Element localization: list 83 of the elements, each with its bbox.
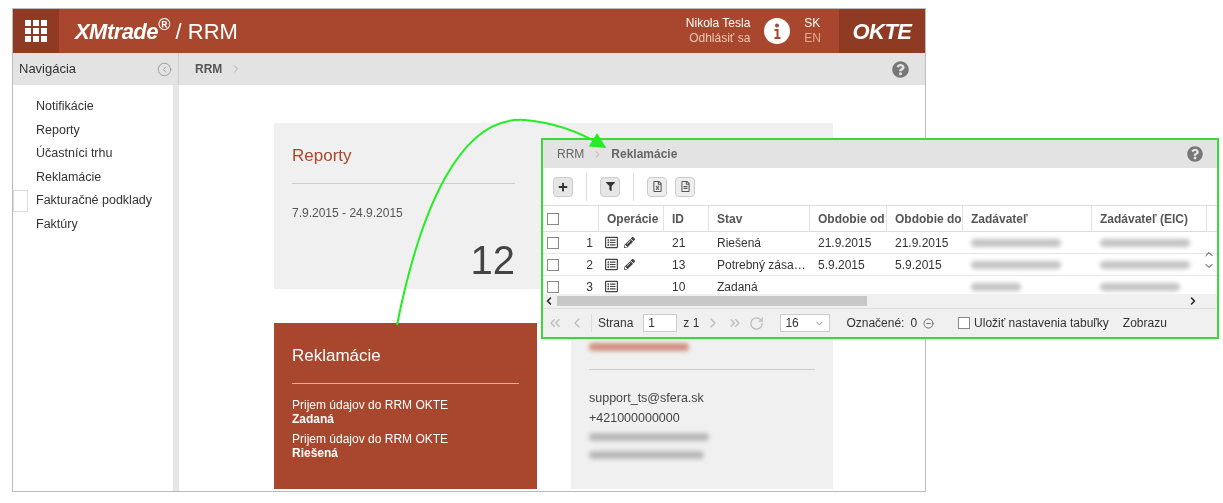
filter-button[interactable] [600,176,620,197]
marked-label: Označené: [846,315,905,332]
table-cell: 21.9.2015 [818,235,872,250]
page-label: Strana [598,315,634,332]
collapse-icon[interactable] [157,61,172,77]
column-header[interactable]: Zadávateľ (EIC) [1092,206,1207,231]
logout-link[interactable]: Odhlásiť sa [689,31,751,46]
column-header[interactable]: ID [664,206,709,231]
column-header[interactable]: Stav [709,206,810,231]
scrollbar-thumb[interactable] [557,296,867,306]
claim-description: Prijem údajov do RRM OKTE [292,397,450,412]
filter-icon [605,182,615,191]
checkbox[interactable] [546,258,559,271]
show-label: Zobrazu [1122,315,1167,332]
breadcrumb-link[interactable]: RRM [557,145,585,163]
table-cell: 21 [672,235,686,250]
card-title: Reporty [292,145,353,167]
checkbox[interactable] [546,280,559,293]
document-icon [679,181,691,192]
nav-item[interactable]: Fakturačné podklady [28,191,153,211]
claim-status: Riešená [292,445,339,460]
page-input[interactable]: 1 [643,314,678,332]
page-size-select[interactable]: 16 [780,314,831,332]
pencil-icon[interactable] [624,259,635,270]
row-number: 3 [585,278,594,294]
nav-item[interactable]: Účastníci trhu [28,144,113,164]
nav-item[interactable]: Faktúry [28,214,78,234]
column-header[interactable]: Obdobie od [810,206,887,231]
row-number: 1 [585,234,594,252]
claim-status: Zadaná [292,411,334,426]
nav-item[interactable]: Reporty [28,120,80,140]
breadcrumb-link[interactable]: Reklamácie [611,145,678,163]
help-icon[interactable] [892,60,909,78]
column-header[interactable]: Obdobie do [887,206,963,231]
info-icon[interactable] [764,18,791,44]
help-icon[interactable] [1187,146,1203,162]
table-cell: 5.9.2015 [895,257,942,272]
row-number: 2 [585,256,594,274]
checkbox[interactable] [958,317,971,329]
page-total: z 1 [683,315,700,332]
add-button[interactable] [553,176,573,197]
table-cell: 10 [672,279,686,294]
column-header[interactable]: Zadávateľ [963,206,1092,231]
table-cell: Zadaná [717,279,758,294]
blurred-text [971,282,1021,291]
document-export-button[interactable] [675,176,695,197]
checkbox[interactable] [546,212,559,225]
apps-button[interactable] [13,9,59,53]
user-name: Nikola Tesla [685,16,751,31]
app-title: / RRM [175,17,238,46]
detail-icon[interactable] [605,236,618,249]
checkbox[interactable] [546,236,559,249]
column-header[interactable]: Operácie [599,206,664,231]
grid-icon [25,20,47,42]
pencil-icon[interactable] [624,237,635,248]
table-cell: 13 [672,257,686,272]
marked-count: 0 [910,315,918,332]
reports-card[interactable]: Reporty 7.9.2015 - 24.9.2015 12 [274,123,533,289]
table-cell: 5.9.2015 [818,257,865,272]
navigation-title: Navigácia [19,60,77,79]
contact-email: support_ts@sfera.sk [589,390,705,407]
claims-card[interactable]: Reklamácie Prijem údajov do RRM OKTE Zadaná Prijem údajov do RRM OKTE Riešená [274,323,537,489]
logo: XMtrade$^{®}$ [75,14,170,46]
report-count: 12 [470,236,515,284]
language-option[interactable]: SK [804,16,821,31]
report-period: 7.9.2015 - 24.9.2015 [292,204,404,222]
nav-item[interactable]: Notifikácie [28,97,94,117]
card-title: Reklamácie [292,345,382,367]
excel-export-button[interactable] [647,176,667,197]
save-settings-checkbox[interactable]: Uložiť nastavenia tabuľky [958,314,1109,332]
spreadsheet-file-icon [651,181,663,192]
brand-logo: OKTE [839,9,925,53]
breadcrumb-link[interactable]: RRM [195,60,223,78]
claim-description: Prijem údajov do RRM OKTE [292,431,450,446]
table-cell: 21.9.2015 [895,235,949,250]
plus-icon [558,181,568,192]
minus-icon[interactable] [923,317,935,329]
table-cell: Potrebný zása… [717,257,806,272]
contact-phone: +421000000000 [589,410,681,427]
detail-icon[interactable] [605,258,618,271]
nav-item[interactable]: Reklamácie [28,167,102,187]
detail-icon[interactable] [605,280,618,293]
table-cell: Riešená [717,235,762,250]
